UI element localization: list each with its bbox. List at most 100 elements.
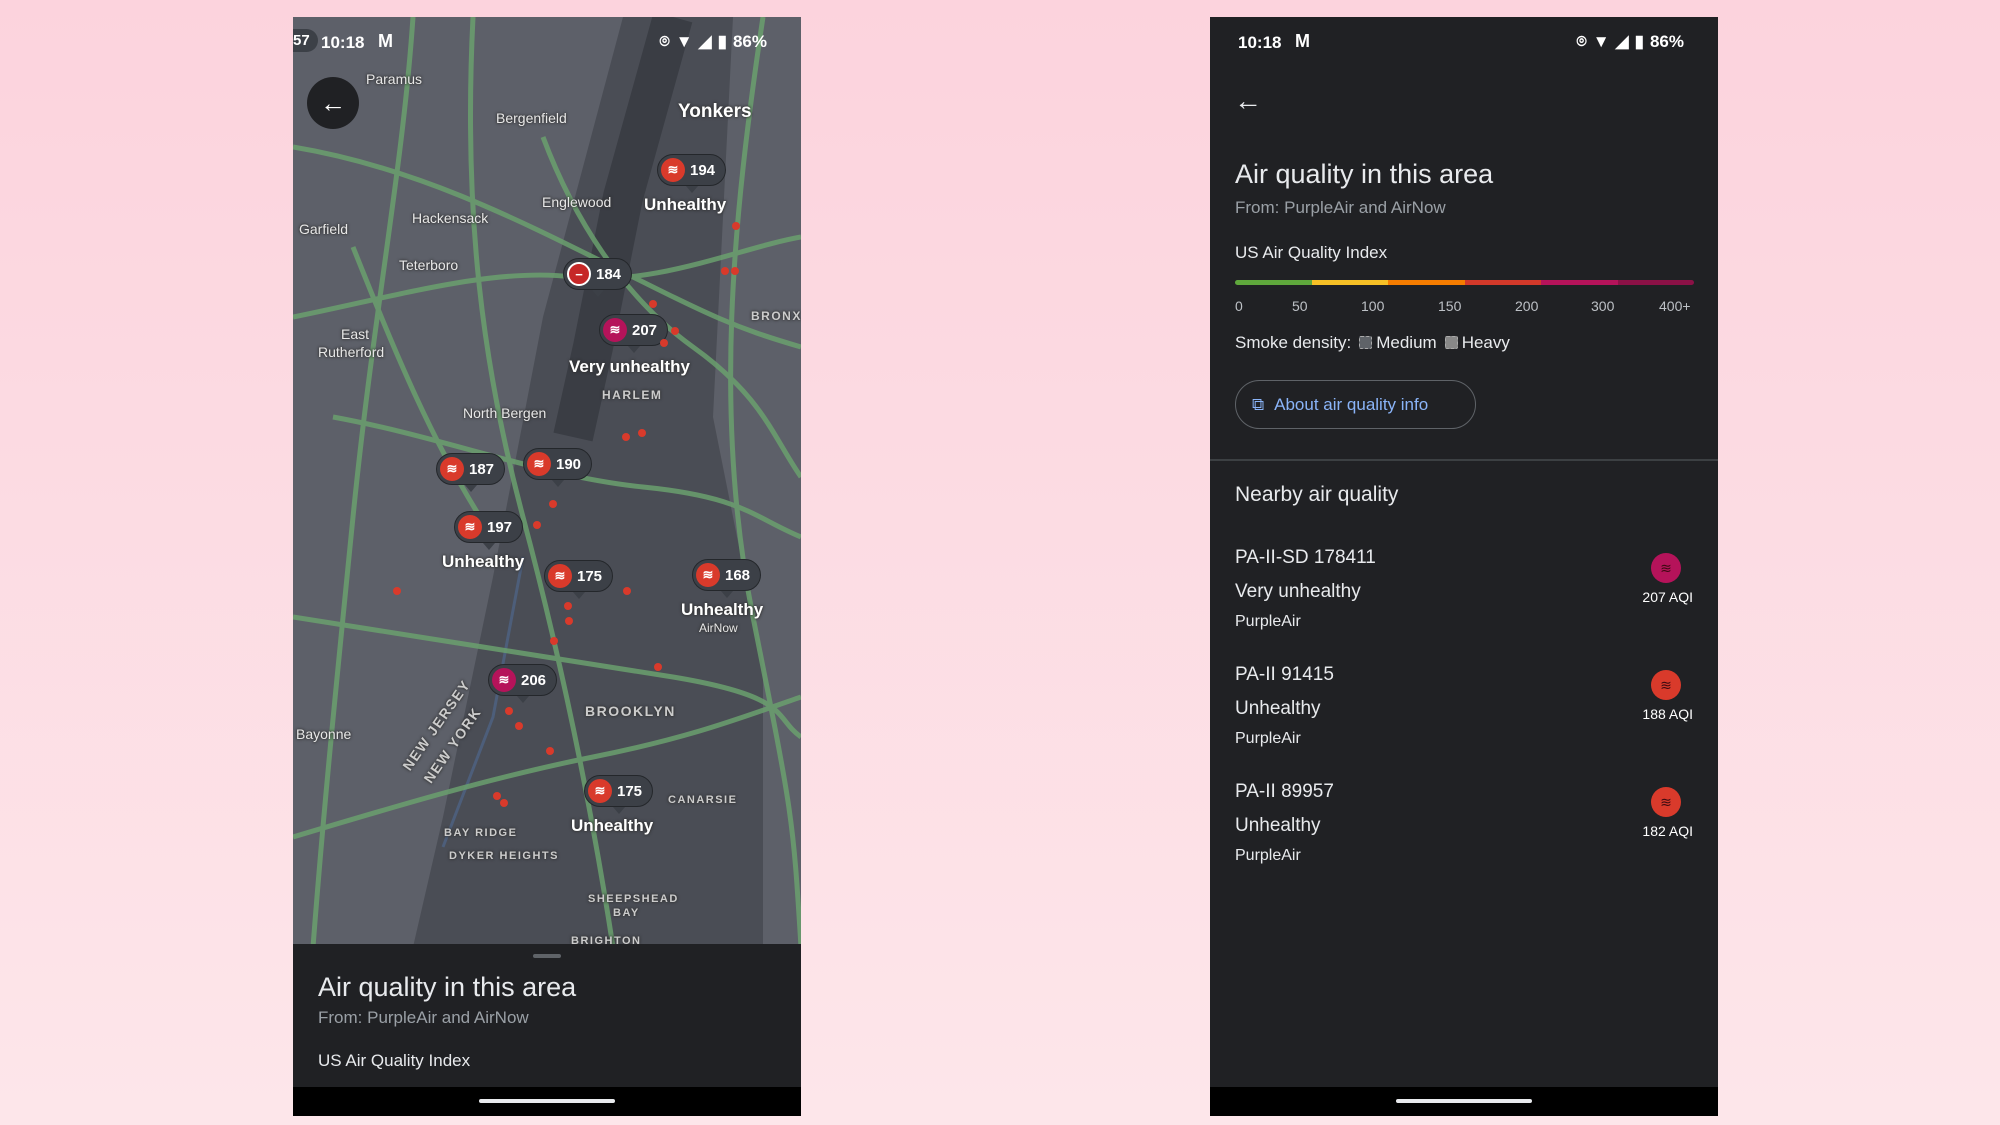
status-bar: 57 10:18 M ⌾ ▼ ◢ ▮ 86% <box>293 17 801 67</box>
sensor-aqi: 188 AQI <box>1642 706 1693 722</box>
sensor-dot[interactable] <box>654 663 662 671</box>
tick-label: 100 <box>1361 298 1385 314</box>
sensor-dot[interactable] <box>550 637 558 645</box>
aqi-marker[interactable]: −184 <box>563 258 633 297</box>
page-title: Air quality in this area <box>1235 159 1494 189</box>
sensor-name: PA-II 89957 <box>1235 781 1334 802</box>
district-label: DYKER HEIGHTS <box>449 850 559 862</box>
aqi-marker[interactable]: ≋ 187 <box>436 453 506 492</box>
district-label: BRONX <box>751 309 801 323</box>
aqi-marker[interactable]: ≋ 194 <box>657 154 727 193</box>
sensor-status: Very unhealthy <box>1235 581 1361 602</box>
sensor-dot[interactable] <box>500 799 508 807</box>
smoke-icon: ≋ <box>527 452 551 476</box>
district-label: BAY RIDGE <box>444 827 518 839</box>
sensor-dot[interactable] <box>731 267 739 275</box>
sensor-dot[interactable] <box>623 587 631 595</box>
sheet-source: From: PurpleAir and AirNow <box>318 1008 529 1027</box>
battery-percent: 86% <box>732 32 767 51</box>
aqi-scale-segment <box>1464 280 1541 285</box>
aqi-marker[interactable]: ≋ 207 <box>599 314 669 353</box>
sensor-aqi: 207 AQI <box>1642 589 1693 605</box>
gmail-icon: M <box>1295 31 1310 51</box>
aqi-marker[interactable]: ≋ 206 <box>488 664 558 703</box>
sensor-source: PurpleAir <box>1235 730 1301 747</box>
smoke-icon: ≋ <box>1651 787 1681 817</box>
smoke-legend: Smoke density: Medium Heavy <box>1235 333 1510 353</box>
tick-label: 150 <box>1438 298 1462 314</box>
place-label: Bayonne <box>296 726 352 742</box>
sensor-dot[interactable] <box>565 617 573 625</box>
drag-handle[interactable] <box>533 954 561 958</box>
about-air-quality-button[interactable]: ⧉ About air quality info <box>1235 380 1476 429</box>
sensor-dot[interactable] <box>493 792 501 800</box>
district-label: HARLEM <box>602 388 663 402</box>
smoke-heavy-swatch <box>1444 336 1458 349</box>
tick-label: 0 <box>1235 298 1243 314</box>
sensor-dot[interactable] <box>549 500 557 508</box>
home-indicator[interactable] <box>1396 1099 1532 1103</box>
tick-label: 300 <box>1591 298 1615 314</box>
aqi-status-label: Unhealthy <box>571 816 654 835</box>
back-arrow-icon[interactable]: ← <box>1234 85 1262 117</box>
home-indicator[interactable] <box>479 1099 615 1103</box>
sensor-status: Unhealthy <box>1235 698 1321 719</box>
district-label: BAY <box>613 907 640 919</box>
aqi-marker[interactable]: ≋ 175 <box>584 775 654 814</box>
source-text: From: PurpleAir and AirNow <box>1235 198 1446 217</box>
smoke-icon: ≋ <box>440 457 464 481</box>
sensor-dot[interactable] <box>622 433 630 441</box>
wifi-icon: ▼ <box>1592 32 1610 51</box>
sensor-dot[interactable] <box>564 602 572 610</box>
tick-label: 50 <box>1292 298 1308 314</box>
sensor-dot[interactable] <box>649 300 657 308</box>
back-button[interactable]: ← <box>307 77 359 129</box>
aqi-status-label: Unhealthy <box>442 552 525 571</box>
aqi-status-label: Unhealthy <box>681 600 764 619</box>
sensor-name: PA-II 91415 <box>1235 664 1334 685</box>
aqi-scale-segment <box>1388 280 1465 285</box>
smoke-icon: ≋ <box>492 668 516 692</box>
about-button-label: About air quality info <box>1274 394 1429 414</box>
sensor-dot[interactable] <box>515 722 523 730</box>
smoke-icon: ≋ <box>588 779 612 803</box>
wifi-icon: ▼ <box>675 32 693 51</box>
sensor-name: PA-II-SD 178411 <box>1235 547 1376 568</box>
place-label: Garfield <box>299 221 349 237</box>
aqi-marker[interactable]: ≋ 190 <box>523 448 593 487</box>
sensor-dot[interactable] <box>505 707 513 715</box>
aqi-marker[interactable]: ≋ 197 <box>454 511 524 550</box>
nearby-title: Nearby air quality <box>1235 483 1399 506</box>
sensor-dot[interactable] <box>732 222 740 230</box>
sensor-status: Unhealthy <box>1235 815 1321 836</box>
map[interactable]: Paramus Bergenfield Englewood Hackensack… <box>293 17 801 947</box>
sensor-dot[interactable] <box>638 429 646 437</box>
gmail-icon: M <box>378 31 393 51</box>
smoke-icon: ≋ <box>1651 670 1681 700</box>
nav-bar <box>293 1087 801 1116</box>
status-time: 10:18 <box>321 33 365 52</box>
nearby-list-item[interactable]: PA-II-SD 178411 Very unhealthy PurpleAir… <box>1210 547 1718 657</box>
bottom-sheet[interactable]: Air quality in this area From: PurpleAir… <box>293 944 801 1087</box>
tick-label: 400+ <box>1659 298 1691 314</box>
sensor-dot[interactable] <box>721 267 729 275</box>
sensor-dot[interactable] <box>393 587 401 595</box>
sensor-dot[interactable] <box>533 521 541 529</box>
nearby-list-item[interactable]: PA-II 91415 Unhealthy PurpleAir ≋ 188 AQ… <box>1210 664 1718 774</box>
index-label: US Air Quality Index <box>1235 243 1388 262</box>
aqi-marker[interactable]: ≋ 168 <box>692 559 762 598</box>
place-label: East <box>341 326 370 342</box>
smoke-icon: ≋ <box>696 563 720 587</box>
smoke-icon: ≋ <box>1651 553 1681 583</box>
sensor-dot[interactable] <box>671 327 679 335</box>
open-external-icon: ⧉ <box>1252 394 1265 414</box>
aqi-scale-segment <box>1541 280 1618 285</box>
sensor-dot[interactable] <box>660 339 668 347</box>
aqi-marker[interactable]: ≋ 175 <box>544 560 614 599</box>
smoke-icon: ≋ <box>458 515 482 539</box>
aqi-scale-segment <box>1235 280 1312 285</box>
place-label: Bergenfield <box>496 110 567 126</box>
smoke-heavy-label: Heavy <box>1461 333 1510 352</box>
nearby-list-item[interactable]: PA-II 89957 Unhealthy PurpleAir ≋ 182 AQ… <box>1210 781 1718 891</box>
sensor-dot[interactable] <box>546 747 554 755</box>
